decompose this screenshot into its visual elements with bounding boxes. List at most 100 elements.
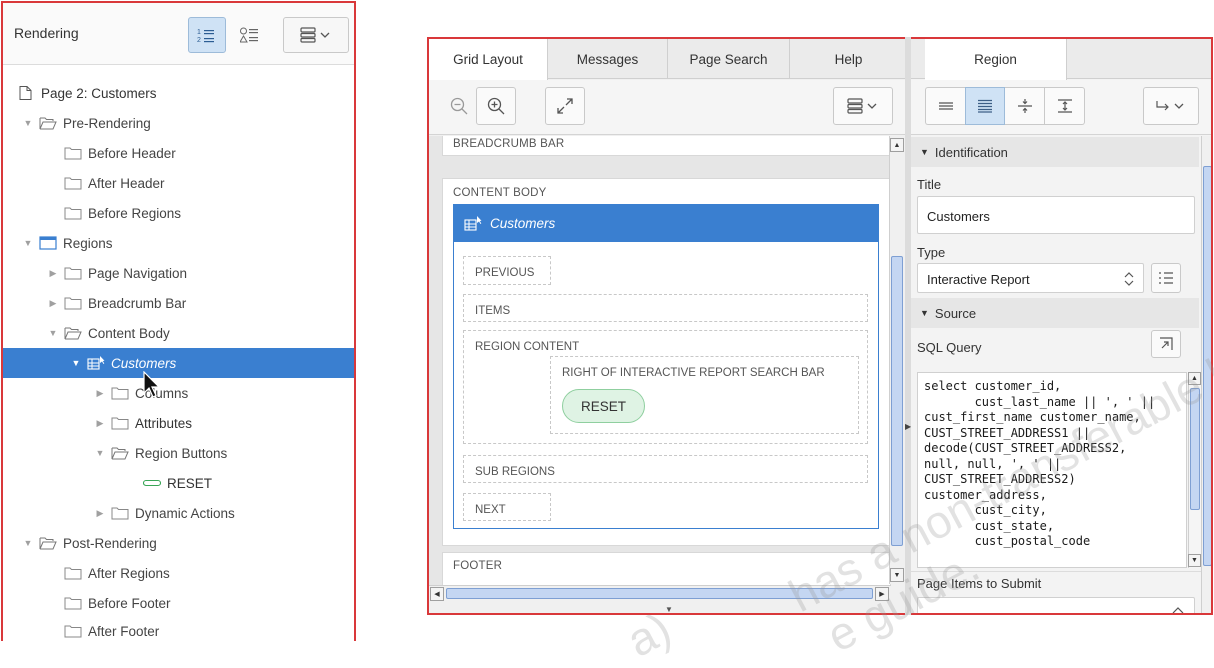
interactive-report-icon <box>87 356 105 370</box>
tree-node-label: Post-Rendering <box>63 535 157 551</box>
expand-toggle-icon[interactable]: ▼ <box>21 538 35 548</box>
region-content-slot[interactable]: REGION CONTENT RIGHT OF INTERACTIVE REPO… <box>463 330 868 444</box>
tree-node-page[interactable]: Page 2: Customers <box>3 78 354 108</box>
tree-node-label: After Footer <box>88 623 160 639</box>
expand-toggle-icon[interactable]: ▼ <box>93 448 107 458</box>
tree-node-before-header[interactable]: Before Header <box>3 138 354 168</box>
page-items-to-submit-label: Page Items to Submit <box>917 576 1042 591</box>
view-by-component-button[interactable]: 1 2 <box>188 17 226 53</box>
tree-node-dynamic-actions[interactable]: ▶ Dynamic Actions <box>3 498 354 528</box>
expand-toggle-icon[interactable]: ▶ <box>93 418 107 429</box>
title-input[interactable]: Customers <box>917 196 1195 234</box>
scroll-down-icon[interactable]: ▼ <box>890 568 904 582</box>
go-to-group-button[interactable] <box>1143 87 1199 125</box>
zoom-in-button[interactable] <box>476 87 516 125</box>
next-slot[interactable]: NEXT <box>463 493 551 521</box>
tree-node-page-navigation[interactable]: ▶ Page Navigation <box>3 258 354 288</box>
slot-label: FOOTER <box>453 560 503 572</box>
view-by-processing-button[interactable] <box>230 17 270 53</box>
grid-vertical-scrollbar[interactable]: ▲ ▼ <box>889 136 905 584</box>
scroll-up-icon[interactable]: ▲ <box>1188 372 1201 385</box>
tree-node-reset-button[interactable]: RESET <box>3 468 354 498</box>
tree-node-after-header[interactable]: After Header <box>3 168 354 198</box>
tree-node-after-footer[interactable]: After Footer <box>3 616 354 641</box>
collapse-triangle-icon[interactable]: ▼ <box>920 147 929 157</box>
expand-toggle-icon[interactable]: ▶ <box>93 388 107 399</box>
type-select[interactable]: Interactive Report <box>917 263 1144 293</box>
code-editor-button[interactable] <box>1151 330 1181 358</box>
right-of-ir-search-bar-slot[interactable]: RIGHT OF INTERACTIVE REPORT SEARCH BAR R… <box>550 356 859 434</box>
tree-node-post-rendering[interactable]: ▼ Post-Rendering <box>3 528 354 558</box>
expand-toggle-icon[interactable]: ▼ <box>46 328 60 338</box>
scroll-thumb[interactable] <box>1203 166 1211 566</box>
expand-toggle-icon[interactable]: ▶ <box>93 508 107 519</box>
splitter-handle-icon[interactable]: ▼ <box>665 605 673 613</box>
show-common-button[interactable] <box>925 87 965 125</box>
tree-node-attributes[interactable]: ▶ Attributes <box>3 408 354 438</box>
content-body-slot[interactable]: CONTENT BODY Customers PREVIOUS ITEMS RE… <box>442 178 891 546</box>
scroll-thumb[interactable] <box>891 256 903 546</box>
scroll-thumb[interactable] <box>1190 388 1200 510</box>
collapse-icon <box>1017 99 1032 113</box>
grid-menu-button[interactable] <box>833 87 893 125</box>
tree-node-content-body[interactable]: ▼ Content Body <box>3 318 354 348</box>
property-vertical-scrollbar[interactable] <box>1201 136 1211 613</box>
tab-messages[interactable]: Messages <box>548 39 668 79</box>
tab-help[interactable]: Help <box>790 39 905 79</box>
reset-button[interactable]: RESET <box>562 389 645 423</box>
tree-node-breadcrumb-bar[interactable]: ▶ Breadcrumb Bar <box>3 288 354 318</box>
layout-grid[interactable]: BREADCRUMB BAR CONTENT BODY Customers PR… <box>429 136 891 586</box>
breadcrumb-bar-slot[interactable]: BREADCRUMB BAR <box>442 136 891 156</box>
expand-toggle-icon[interactable]: ▶ <box>46 268 60 279</box>
page-items-to-submit-input[interactable] <box>917 597 1195 613</box>
previous-slot[interactable]: PREVIOUS <box>463 256 551 285</box>
scroll-thumb[interactable] <box>446 588 873 599</box>
region-header[interactable]: Customers <box>454 205 878 242</box>
collapse-all-button[interactable] <box>1005 87 1045 125</box>
grid-horizontal-scrollbar[interactable]: ◀ ▶ <box>429 585 891 601</box>
items-slot[interactable]: ITEMS <box>463 294 868 322</box>
sql-scrollbar[interactable]: ▲ ▼ <box>1188 372 1201 568</box>
svg-text:2: 2 <box>197 37 201 43</box>
sql-query-editor[interactable]: select customer_id, cust_last_name || ',… <box>917 372 1187 568</box>
folder-icon <box>64 177 82 190</box>
footer-slot[interactable]: FOOTER <box>442 552 891 586</box>
type-label: Type <box>917 245 946 260</box>
zoom-out-button[interactable] <box>443 87 475 125</box>
tree-node-regions[interactable]: ▼ Regions <box>3 228 354 258</box>
sub-regions-slot[interactable]: SUB REGIONS <box>463 455 868 483</box>
tree-node-columns[interactable]: ▶ Columns <box>3 378 354 408</box>
scroll-up-icon[interactable]: ▲ <box>890 138 904 152</box>
identification-section-header[interactable]: ▼ Identification <box>911 137 1199 167</box>
scroll-left-icon[interactable]: ◀ <box>430 587 444 601</box>
tree-node-pre-rendering[interactable]: ▼ Pre-Rendering <box>3 108 354 138</box>
tree-node-customers[interactable]: ▼ Customers <box>3 348 354 378</box>
scroll-right-icon[interactable]: ▶ <box>875 587 889 601</box>
tab-page-search[interactable]: Page Search <box>668 39 790 79</box>
folder-icon <box>64 297 82 310</box>
scroll-down-icon[interactable]: ▼ <box>1188 554 1201 567</box>
show-all-button[interactable] <box>965 87 1005 125</box>
folder-open-icon <box>111 447 129 460</box>
expand-all-button[interactable] <box>1045 87 1085 125</box>
tab-region[interactable]: Region <box>925 39 1067 80</box>
collapse-triangle-icon[interactable]: ▼ <box>920 308 929 318</box>
tree-node-before-footer[interactable]: Before Footer <box>3 588 354 618</box>
expand-toggle-icon[interactable]: ▼ <box>69 358 83 368</box>
tree-node-before-regions[interactable]: Before Regions <box>3 198 354 228</box>
expand-toggle-icon[interactable]: ▼ <box>21 238 35 248</box>
tree-node-region-buttons[interactable]: ▼ Region Buttons <box>3 438 354 468</box>
rendering-tree-panel: Rendering 1 2 Page 2: Customers ▼ Pre-Re… <box>1 1 356 641</box>
source-section-header[interactable]: ▼ Source <box>911 298 1199 328</box>
expand-toggle-icon[interactable]: ▼ <box>21 118 35 128</box>
folder-icon <box>64 567 82 580</box>
expand-toggle-icon[interactable]: ▶ <box>46 298 60 309</box>
tree-menu-button[interactable] <box>283 17 349 53</box>
tab-grid-layout[interactable]: Grid Layout <box>429 39 548 80</box>
slot-label: NEXT <box>475 504 506 516</box>
tree-node-after-regions[interactable]: After Regions <box>3 558 354 588</box>
customers-region[interactable]: Customers PREVIOUS ITEMS REGION CONTENT … <box>453 204 879 529</box>
expand-view-button[interactable] <box>545 87 585 125</box>
folder-open-icon <box>64 327 82 340</box>
list-of-values-button[interactable] <box>1151 263 1181 293</box>
